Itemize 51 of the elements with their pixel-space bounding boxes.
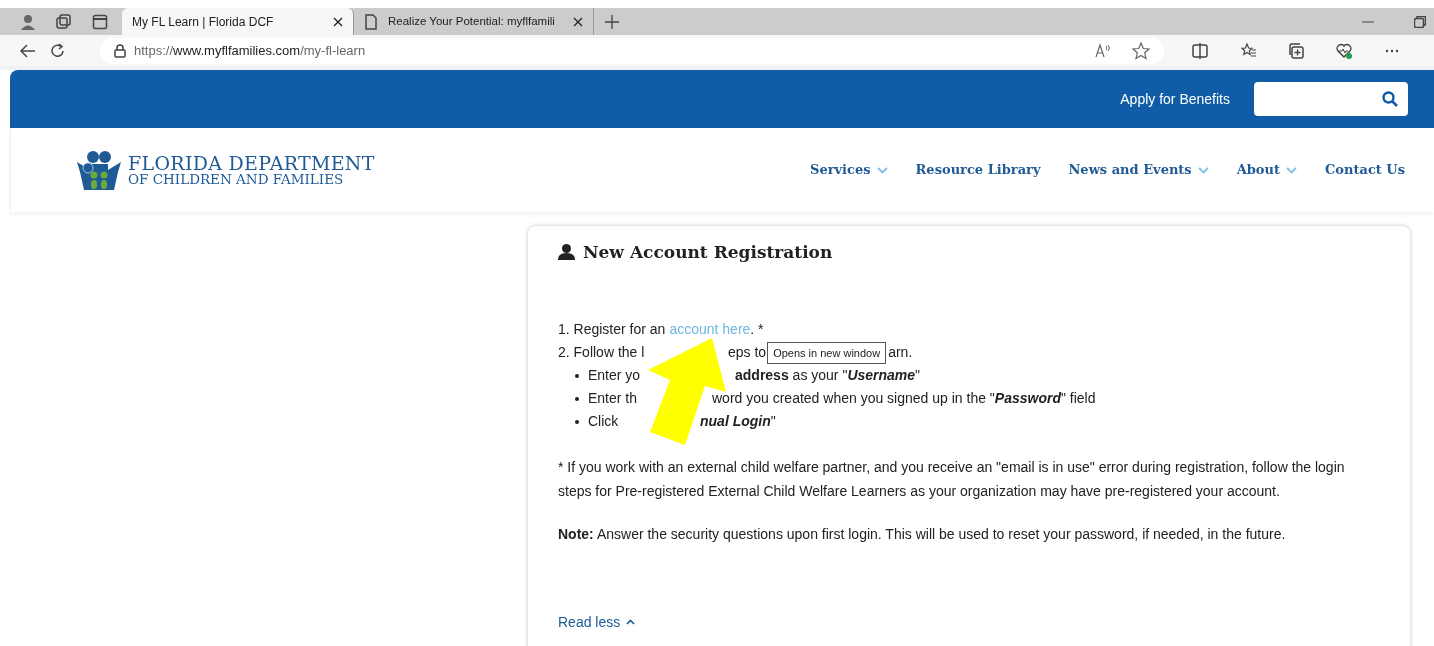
- step-text: arn.: [888, 343, 913, 363]
- workspaces-icon[interactable]: [56, 13, 72, 30]
- url-text: https://www.myflfamilies.com/my-fl-learn: [134, 41, 366, 60]
- step-text: . *: [750, 320, 764, 340]
- new-tab-icon[interactable]: [605, 14, 619, 29]
- logo-subtitle: OF CHILDREN AND FAMILIES: [128, 172, 345, 187]
- step-text: word you created when you signed up in the "Password" field: [712, 389, 1096, 409]
- step-text: Click: [588, 412, 619, 432]
- read-less-link[interactable]: Read less: [558, 611, 636, 633]
- split-screen-icon[interactable]: [1192, 42, 1208, 59]
- bullet-icon: [575, 396, 579, 401]
- close-icon[interactable]: [333, 16, 343, 27]
- tab-actions-icon[interactable]: [92, 13, 108, 30]
- page-icon: [364, 13, 378, 30]
- user-icon: [558, 244, 575, 261]
- nav-link[interactable]: Contact Us: [1325, 160, 1405, 180]
- bullet-icon: [575, 419, 579, 424]
- search-field[interactable]: [1254, 82, 1408, 116]
- tooltip: Opens in new window: [767, 341, 887, 365]
- bullet-icon: [575, 373, 579, 378]
- step-text: address as your "Username": [735, 366, 921, 386]
- refresh-icon[interactable]: [50, 42, 66, 59]
- step-text: Enter yo: [588, 366, 641, 386]
- nav-link[interactable]: About: [1236, 160, 1297, 180]
- step-text: nual Login": [700, 412, 776, 432]
- heart-check-icon[interactable]: [1336, 42, 1352, 59]
- step-text: 1. Register for an: [558, 320, 666, 340]
- card-title: New Account Registration: [583, 242, 833, 263]
- close-icon[interactable]: [573, 16, 583, 27]
- favorites-list-icon[interactable]: [1240, 42, 1256, 59]
- footnote-text: * If you work with an external child welfare partner, and you receive an "email is in use" error during registration, follow the login steps for Pre-registered External Child Welfare Learners as your organization may have pre-registered your account.: [558, 458, 1346, 501]
- nav-link[interactable]: Resource Library: [915, 160, 1041, 180]
- step-text: Enter th: [588, 389, 638, 409]
- restore-icon[interactable]: [1414, 15, 1426, 28]
- lock-icon: [114, 43, 126, 58]
- note-text: Note: Answer the security questions upon first login. This will be used to reset your password, if needed, in the future.: [558, 525, 1287, 545]
- search-icon[interactable]: [1382, 91, 1398, 107]
- nav-link[interactable]: News and Events: [1068, 160, 1209, 180]
- profile-icon[interactable]: [19, 12, 37, 31]
- logo-title: FLORIDA DEPARTMENT: [128, 153, 375, 173]
- favorite-star-icon[interactable]: [1132, 41, 1150, 60]
- logo-icon: [76, 150, 122, 190]
- browser-tab[interactable]: My FL Learn | Florida DCF: [122, 8, 354, 35]
- address-bar[interactable]: https://www.myflfamilies.com/my-fl-learn: [100, 37, 1164, 64]
- chevron-up-icon: [626, 619, 636, 626]
- step-text: eps to: [728, 343, 767, 363]
- back-icon[interactable]: [20, 43, 36, 58]
- step-text: 2. Follow the l: [558, 343, 645, 363]
- nav-link[interactable]: Services: [810, 160, 888, 180]
- collections-icon[interactable]: [1288, 42, 1304, 59]
- apply-benefits-link[interactable]: Apply for Benefits: [1120, 88, 1230, 110]
